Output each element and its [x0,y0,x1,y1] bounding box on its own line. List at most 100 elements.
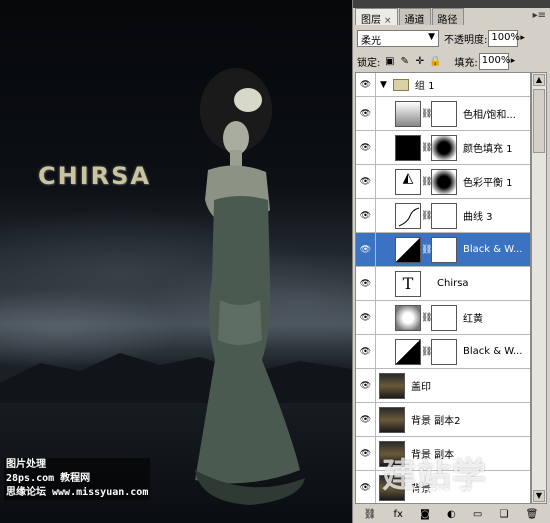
chain-link-icon[interactable]: ⛓ [421,177,432,187]
add-mask-icon[interactable]: ◙ [420,509,430,520]
layer-row[interactable]: 👁 ⛓ 红黄 [356,300,530,335]
new-group-icon[interactable]: ▭ [473,509,482,520]
eye-icon[interactable]: 👁 [356,470,376,503]
panel-bottom-toolbar: ⛓ fx ◙ ◐ ▭ ❑ 🗑 [355,506,547,523]
layer-name: 颜色填充 1 [463,144,513,155]
layer-mask-thumbnail[interactable] [431,304,457,331]
eye-icon[interactable]: 👁 [356,436,376,471]
eye-icon[interactable]: 👁 [356,130,376,165]
tab-layers-label: 图层 [361,15,381,26]
text-layer-icon: T [395,270,421,297]
lock-fill-row: 锁定: ▣ ✎ ✛ 🔒 填充: 100% ▸ [357,52,547,70]
scroll-down-icon[interactable]: ▼ [533,490,545,502]
chevron-down-icon[interactable]: ▼ [380,80,387,90]
eye-icon[interactable]: 👁 [356,232,376,267]
chain-link-icon[interactable]: ⛓ [421,245,432,255]
opacity-input[interactable]: 100% [488,29,520,47]
tab-layers[interactable]: 图层 × [355,8,398,26]
layer-row-group[interactable]: 👁 ▼ 组 1 [356,73,530,97]
layer-row-selected[interactable]: 👁 ⛓ Black & W... [356,232,530,267]
close-icon[interactable]: × [384,16,392,26]
layer-row[interactable]: 👁 ◭ ⛓ 色彩平衡 1 [356,164,530,199]
layer-mask-thumbnail[interactable] [431,168,457,195]
eye-icon[interactable]: 👁 [356,334,376,369]
chain-link-icon[interactable]: ⛓ [421,211,432,221]
fill-slider-arrow-icon[interactable]: ▸ [511,56,516,66]
lock-move-icon[interactable]: ✛ [414,56,425,67]
hue-saturation-icon [395,100,421,127]
layer-row[interactable]: 👁 ⛓ 颜色填充 1 [356,130,530,165]
layer-row[interactable]: 👁 ⛓ Black & W... [356,334,530,369]
lock-label: 锁定: [357,57,381,69]
lock-paint-icon[interactable]: ✎ [399,56,410,67]
eye-icon[interactable]: 👁 [356,73,376,97]
layer-mask-thumbnail[interactable] [431,100,457,127]
scroll-thumb[interactable] [533,89,545,153]
woman-figure [195,68,305,505]
layers-list: 👁 ▼ 组 1 👁 ⛓ 色相/饱和... 👁 ⛓ 颜色填充 1 👁 ◭ ⛓ 色彩… [355,72,531,504]
panel-tabs: 图层 × 通道 路径 [355,8,549,26]
tab-paths[interactable]: 路径 [431,8,464,26]
watermark-right-sub: jianzhan.com [410,484,484,497]
lock-all-icon[interactable]: 🔒 [429,56,441,67]
tab-channels-label: 通道 [404,15,425,26]
scroll-up-icon[interactable]: ▲ [533,74,545,86]
layer-name: Black & W... [463,244,523,255]
chevron-down-icon: ▼ [428,31,435,42]
panel-title-bar[interactable] [353,0,550,8]
layer-mask-thumbnail[interactable] [431,202,457,229]
opacity-slider-arrow-icon[interactable]: ▸ [520,33,525,43]
adjustment-layer-icon[interactable]: ◐ [447,509,456,520]
blend-mode-select[interactable]: 柔光 ▼ [357,29,439,47]
layer-name: 色相/饱和... [463,110,516,121]
layer-name: 红黄 [463,314,483,325]
chain-link-icon[interactable]: ⛓ [421,143,432,153]
layer-name: Chirsa [437,278,469,289]
chain-link-icon[interactable]: ⛓ [421,313,432,323]
image-thumbnail [379,372,405,399]
eye-icon[interactable]: 👁 [356,368,376,403]
layer-name: 曲线 3 [463,212,493,223]
eye-icon[interactable]: 👁 [356,300,376,335]
chain-link-icon[interactable]: ⛓ [421,109,432,119]
eye-icon[interactable]: 👁 [356,164,376,199]
delete-layer-icon[interactable]: 🗑 [526,509,539,520]
black-white-icon [395,236,421,263]
layer-style-icon[interactable]: fx [393,509,402,520]
layers-panel: 图层 × 通道 路径 ▸≡ 柔光 ▼ 不透明度: 100% ▸ 锁定: ▣ ✎ ✛… [352,0,550,523]
link-layers-icon[interactable]: ⛓ [364,509,377,520]
layer-name: Black & W... [463,346,523,357]
blend-opacity-row: 柔光 ▼ 不透明度: 100% ▸ [357,28,547,48]
chain-link-icon[interactable]: ⛓ [421,347,432,357]
fill-input[interactable]: 100% [478,52,510,70]
chirsa-title-text: CHIRSA [38,162,151,190]
layer-row[interactable]: 👁 盖印 [356,368,530,403]
lock-icons: ▣ ✎ ✛ 🔒 [384,56,442,67]
eye-icon[interactable]: 👁 [356,266,376,301]
layer-mask-thumbnail[interactable] [431,134,457,161]
eye-icon[interactable]: 👁 [356,402,376,437]
photo-canvas[interactable]: CHIRSA 图片处理 28ps.com 教程网 思缘论坛 www.missyu… [0,0,352,523]
lock-transparent-icon[interactable]: ▣ [384,56,395,67]
layer-mask-thumbnail[interactable] [431,338,457,365]
color-fill-thumbnail [395,134,421,161]
layers-scrollbar[interactable]: ▲ ▼ [531,72,547,504]
panel-menu-icon[interactable]: ▸≡ [533,10,546,21]
layer-row[interactable]: 👁 背景 副本2 [356,402,530,437]
tab-paths-label: 路径 [437,15,458,26]
layer-mask-thumbnail[interactable] [431,236,457,263]
black-white-icon [395,338,421,365]
watermark-left: 图片处理 28ps.com 教程网 思缘论坛 www.missyuan.com [4,458,151,500]
layer-name: 色彩平衡 1 [463,178,513,189]
layer-row[interactable]: 👁 ⛓ 色相/饱和... [356,96,530,131]
layer-name: 组 1 [414,81,435,92]
layer-row[interactable]: 👁 T Chirsa [356,266,530,301]
new-layer-icon[interactable]: ❑ [499,509,508,520]
eye-icon[interactable]: 👁 [356,198,376,233]
eye-icon[interactable]: 👁 [356,96,376,131]
watermark-line-2: 28ps.com 教程网 [4,472,151,486]
image-thumbnail [379,406,405,433]
layer-name: 盖印 [411,382,431,393]
layer-row[interactable]: 👁 ⛓ 曲线 3 [356,198,530,233]
tab-channels[interactable]: 通道 [398,8,431,26]
